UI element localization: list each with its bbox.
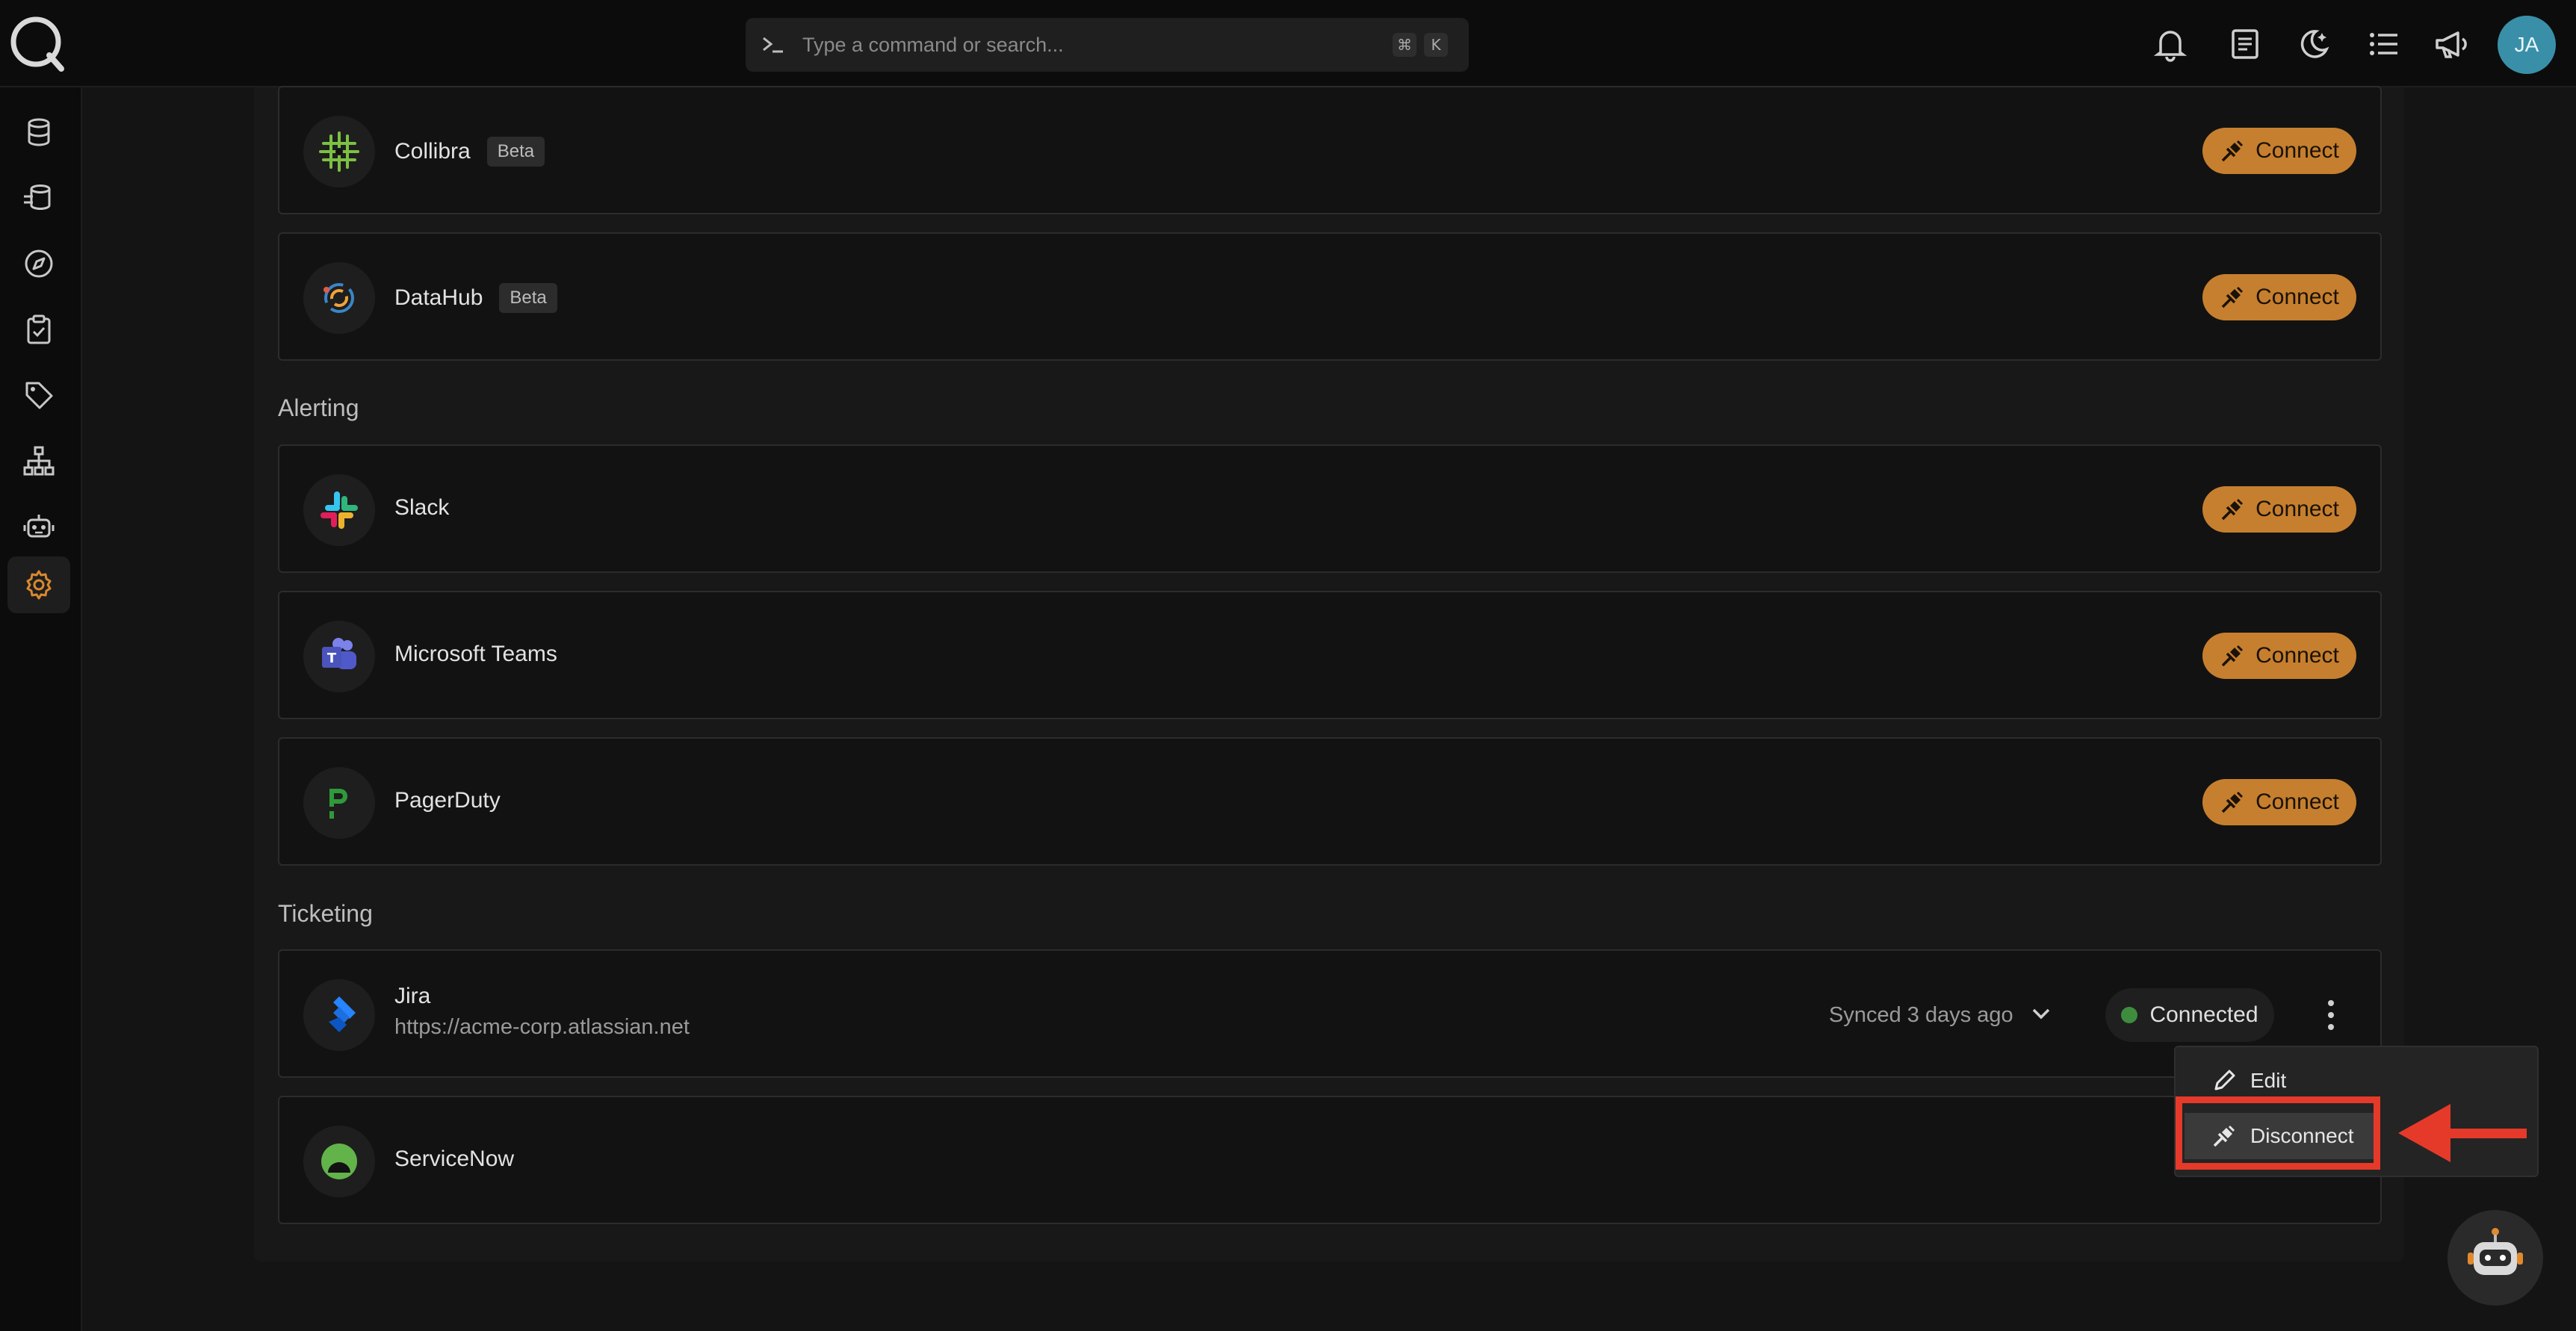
sidebar-item-data-sources[interactable] — [7, 170, 70, 226]
sidebar-item-database[interactable] — [7, 104, 70, 161]
microsoft-teams-icon: T — [322, 638, 356, 669]
collibra-icon — [319, 131, 359, 172]
integration-name: ServiceNow — [394, 1147, 515, 1171]
connect-label: Connect — [2255, 789, 2339, 814]
connect-button-microsoft-teams[interactable]: Connect — [2202, 633, 2356, 679]
pagerduty-logo — [303, 767, 375, 839]
sidebar-item-checks[interactable] — [7, 301, 70, 358]
integration-card-collibra: Collibra Beta Connect — [278, 86, 2382, 214]
kbd-cmd-key: ⌘ — [1393, 33, 1417, 57]
integration-name: Microsoft Teams — [394, 642, 557, 666]
clipboard-check-icon — [27, 314, 51, 344]
terminal-prompt-icon — [763, 37, 783, 53]
sidebar-item-settings[interactable] — [7, 556, 70, 613]
database-icon — [28, 118, 50, 146]
database-stack-icon — [24, 184, 51, 210]
integration-name: Jira — [394, 984, 431, 1008]
svg-text:T: T — [327, 651, 337, 666]
sidebar-item-agents[interactable] — [7, 498, 70, 555]
integration-card-servicenow: ServiceNow — [278, 1096, 2382, 1224]
integration-card-pagerduty: PagerDuty Connect — [278, 737, 2382, 866]
connect-label: Connect — [2255, 285, 2339, 309]
slack-icon — [321, 491, 358, 529]
chevron-down-icon[interactable] — [2026, 999, 2056, 1028]
compass-icon — [25, 249, 53, 278]
servicenow-logo — [303, 1126, 375, 1197]
robot-icon — [23, 515, 55, 538]
servicenow-icon — [321, 1144, 357, 1179]
jira-logo — [303, 979, 375, 1051]
annotation-arrow-icon — [2398, 1104, 2527, 1162]
tag-icon — [25, 382, 53, 409]
hierarchy-icon — [23, 446, 55, 476]
integration-name: DataHub — [394, 285, 483, 310]
jira-url: https://acme-corp.atlassian.net — [394, 1015, 690, 1039]
plug-icon — [2221, 791, 2244, 813]
integration-name: Collibra — [394, 139, 471, 164]
connect-button-pagerduty[interactable]: Connect — [2202, 779, 2356, 825]
status-dot — [2121, 1007, 2138, 1023]
sidebar-item-lineage[interactable] — [7, 432, 70, 489]
moon-stars-icon[interactable] — [2295, 25, 2332, 63]
integration-card-slack: Slack Connect — [278, 444, 2382, 573]
kbd-k-key: K — [1424, 33, 1448, 57]
connect-button-datahub[interactable]: Connect — [2202, 274, 2356, 320]
plug-icon — [2221, 498, 2244, 521]
slack-logo — [303, 474, 375, 546]
integration-card-datahub: DataHub Beta Connect — [278, 232, 2382, 361]
plug-icon — [2221, 140, 2244, 162]
pencil-icon — [2214, 1070, 2235, 1090]
teams-logo: T — [303, 621, 375, 692]
datahub-logo — [303, 262, 375, 334]
section-title-ticketing: Ticketing — [278, 900, 373, 927]
plug-icon — [2221, 645, 2244, 667]
integration-card-jira: Jira https://acme-corp.atlassian.net Syn… — [278, 949, 2382, 1078]
sidebar-item-tags[interactable] — [7, 367, 70, 424]
megaphone-icon[interactable] — [2433, 25, 2470, 63]
integration-name: Slack — [394, 495, 450, 520]
command-search-input[interactable]: Type a command or search... ⌘ K — [746, 18, 1469, 72]
sidebar — [0, 87, 82, 1331]
jira-icon — [329, 996, 356, 1032]
connected-status-badge: Connected — [2105, 988, 2274, 1042]
collibra-logo — [303, 116, 375, 187]
menu-item-label: Edit — [2250, 1069, 2287, 1092]
section-title-alerting: Alerting — [278, 394, 359, 421]
search-placeholder: Type a command or search... — [802, 33, 1064, 56]
integration-card-microsoft-teams: T Microsoft Teams Connect — [278, 591, 2382, 719]
connect-button-collibra[interactable]: Connect — [2202, 128, 2356, 174]
datahub-icon — [323, 283, 354, 313]
robot-icon — [2468, 1228, 2523, 1275]
list-icon[interactable] — [2365, 25, 2403, 63]
status-label: Connected — [2149, 1002, 2258, 1027]
beta-badge: Beta — [486, 137, 545, 167]
sidebar-item-explore[interactable] — [7, 235, 70, 292]
connect-label: Connect — [2255, 497, 2339, 521]
plug-icon — [2221, 286, 2244, 308]
pagerduty-icon — [329, 789, 347, 819]
connect-label: Connect — [2255, 643, 2339, 668]
connect-button-slack[interactable]: Connect — [2202, 486, 2356, 533]
beta-badge: Beta — [499, 283, 557, 313]
document-icon[interactable] — [2226, 25, 2264, 63]
more-options-icon[interactable] — [2318, 996, 2344, 1034]
gear-icon — [26, 570, 52, 600]
sync-status-text: Synced 3 days ago — [1829, 1003, 2013, 1027]
integration-name: PagerDuty — [394, 788, 501, 813]
connect-label: Connect — [2255, 138, 2339, 163]
top-bar: Type a command or search... ⌘ K JA — [0, 0, 2576, 87]
bell-icon[interactable] — [2152, 25, 2189, 63]
annotation-highlight-box — [2176, 1096, 2380, 1170]
app-logo-icon[interactable] — [7, 13, 67, 73]
user-avatar[interactable]: JA — [2498, 16, 2556, 74]
assistant-robot-button[interactable] — [2447, 1210, 2543, 1306]
